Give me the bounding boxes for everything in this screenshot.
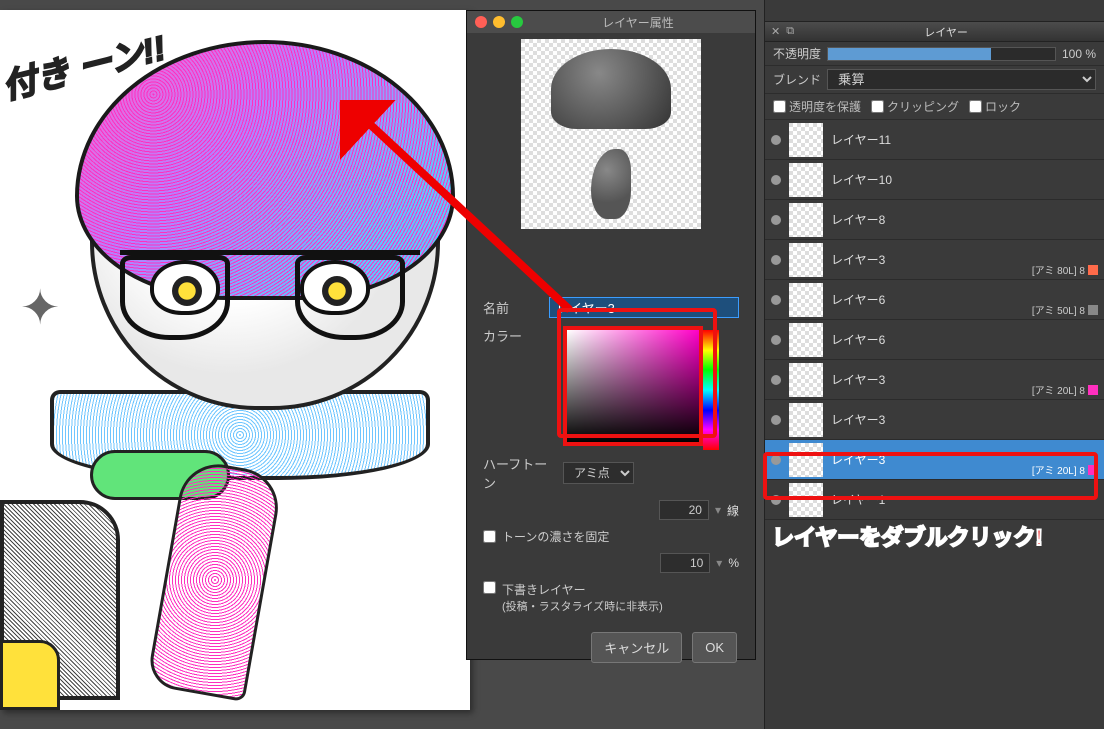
layer-row[interactable]: レイヤー6[アミ 50L] 8: [765, 280, 1104, 320]
opacity-slider[interactable]: [827, 47, 1056, 61]
protect-alpha-option[interactable]: 透明度を保護: [773, 98, 861, 115]
layer-thumbnail: [789, 323, 823, 357]
visibility-toggle[interactable]: [771, 215, 781, 225]
protect-alpha-checkbox[interactable]: [773, 100, 786, 113]
clipping-checkbox[interactable]: [871, 100, 884, 113]
layer-thumbnail: [789, 163, 823, 197]
layer-row[interactable]: レイヤー1: [765, 480, 1104, 520]
sparkle-icon: ✦: [20, 280, 60, 336]
lock-checkbox[interactable]: [969, 100, 982, 113]
art-eyes: [150, 260, 400, 340]
layer-row[interactable]: レイヤー10: [765, 160, 1104, 200]
layer-name-label: レイヤー1: [831, 491, 1098, 508]
visibility-toggle[interactable]: [771, 495, 781, 505]
layers-list[interactable]: レイヤー11レイヤー10レイヤー8レイヤー3[アミ 80L] 8 レイヤー6[ア…: [765, 120, 1104, 520]
annotation-callout: レイヤーをダブルクリック!: [772, 520, 1043, 552]
layer-thumbnail: [789, 283, 823, 317]
layer-tag: [アミ 20L] 8: [1032, 462, 1098, 477]
layer-thumbnail: [789, 363, 823, 397]
visibility-toggle[interactable]: [771, 135, 781, 145]
zoom-icon[interactable]: [511, 16, 523, 28]
dialog-titlebar[interactable]: レイヤー属性: [467, 11, 755, 33]
visibility-toggle[interactable]: [771, 335, 781, 345]
layer-thumbnail: [789, 203, 823, 237]
visibility-toggle[interactable]: [771, 455, 781, 465]
panel-top-strip: [765, 0, 1104, 22]
layer-name-input[interactable]: [549, 297, 739, 318]
layer-row[interactable]: レイヤー3[アミ 80L] 8: [765, 240, 1104, 280]
lock-option[interactable]: ロック: [969, 98, 1021, 115]
dropdown-icon[interactable]: ▾: [716, 556, 722, 570]
dialog-title: レイヤー属性: [529, 14, 747, 31]
layer-name-label: レイヤー8: [831, 211, 1098, 228]
ok-button[interactable]: OK: [692, 632, 737, 663]
opacity-label: 不透明度: [773, 45, 821, 62]
hue-slider[interactable]: [703, 330, 719, 450]
name-label: 名前: [483, 298, 539, 317]
layer-row[interactable]: レイヤー3[アミ 20L] 8: [765, 360, 1104, 400]
cancel-button[interactable]: キャンセル: [591, 632, 682, 663]
draft-layer-checkbox[interactable]: [483, 581, 496, 594]
visibility-toggle[interactable]: [771, 375, 781, 385]
layer-thumbnail: [789, 483, 823, 517]
layer-tag: [アミ 50L] 8: [1032, 302, 1098, 317]
close-panel-icon[interactable]: ✕: [771, 25, 780, 38]
canvas-area[interactable]: 付き ーン!! ✦: [0, 10, 470, 710]
visibility-toggle[interactable]: [771, 415, 781, 425]
art-cuff: [0, 640, 60, 710]
layer-name-label: レイヤー10: [831, 171, 1098, 188]
layer-tag: [アミ 20L] 8: [1032, 382, 1098, 397]
layer-tag: [アミ 80L] 8: [1032, 262, 1098, 277]
lines-input[interactable]: [659, 500, 709, 520]
layer-thumbnail: [789, 123, 823, 157]
color-picker[interactable]: [563, 326, 703, 446]
opacity-fill: [828, 48, 991, 60]
layers-panel: ✕ ⧉ レイヤー 不透明度 100 % ブレンド 乗算 透明度を保護 クリッピン…: [764, 0, 1104, 729]
popout-icon[interactable]: ⧉: [786, 25, 794, 38]
visibility-toggle[interactable]: [771, 175, 781, 185]
visibility-toggle[interactable]: [771, 295, 781, 305]
layer-name-label: レイヤー11: [831, 131, 1098, 148]
layer-properties-dialog: レイヤー属性 名前 カラー ハーフトーン アミ点 ▾ 線 トーンの濃さを固定 ▾…: [466, 10, 756, 660]
draft-sublabel: (投稿・ラスタライズ時に非表示): [502, 598, 663, 614]
fix-density-label: トーンの濃さを固定: [502, 528, 609, 545]
color-label: カラー: [483, 326, 553, 345]
layer-row[interactable]: レイヤー3[アミ 20L] 8: [765, 440, 1104, 480]
draft-label: 下書きレイヤー: [502, 581, 663, 598]
layer-row[interactable]: レイヤー3: [765, 400, 1104, 440]
blend-label: ブレンド: [773, 71, 821, 88]
layer-row[interactable]: レイヤー8: [765, 200, 1104, 240]
lines-unit: 線: [727, 502, 739, 519]
opacity-value: 100 %: [1062, 47, 1096, 61]
dropdown-icon[interactable]: ▾: [715, 503, 721, 517]
density-input[interactable]: [660, 553, 710, 573]
clipping-option[interactable]: クリッピング: [871, 98, 959, 115]
halftone-label: ハーフトーン: [483, 454, 553, 492]
layer-preview: [521, 39, 701, 229]
layer-row[interactable]: レイヤー11: [765, 120, 1104, 160]
blend-select[interactable]: 乗算: [827, 69, 1096, 90]
halftone-select[interactable]: アミ点: [563, 462, 634, 484]
visibility-toggle[interactable]: [771, 255, 781, 265]
layer-row[interactable]: レイヤー6: [765, 320, 1104, 360]
layer-thumbnail: [789, 443, 823, 477]
minimize-icon[interactable]: [493, 16, 505, 28]
layer-name-label: レイヤー3: [831, 411, 1098, 428]
layer-thumbnail: [789, 243, 823, 277]
density-unit: %: [728, 556, 739, 570]
layer-thumbnail: [789, 403, 823, 437]
panel-tabbar[interactable]: ✕ ⧉ レイヤー: [765, 22, 1104, 42]
layer-name-label: レイヤー6: [831, 331, 1098, 348]
close-icon[interactable]: [475, 16, 487, 28]
panel-title: レイヤー: [794, 24, 1098, 40]
fix-density-checkbox[interactable]: [483, 530, 496, 543]
